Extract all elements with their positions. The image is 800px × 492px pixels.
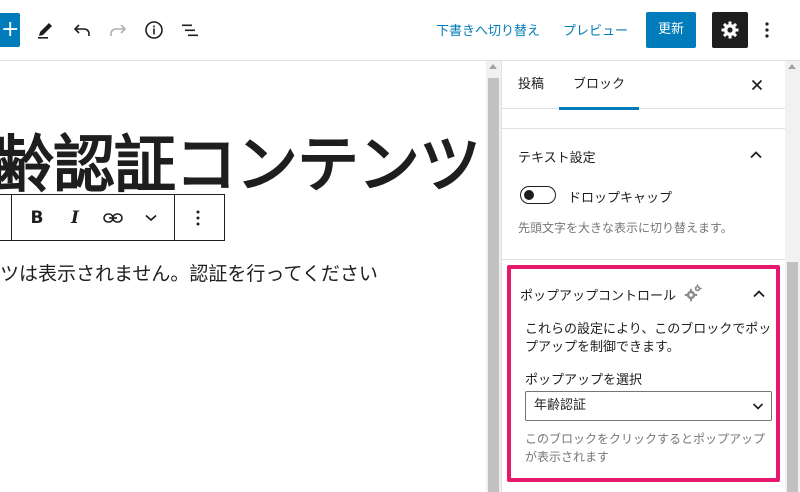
panel-divider [502,128,786,129]
more-vertical-icon [196,210,200,226]
details-button[interactable] [142,18,166,42]
block-toolbar-spacer [0,195,11,240]
toggle-knob [524,189,534,200]
chevron-down-icon [145,214,157,221]
popup-control-title[interactable]: ポップアップコントロール [520,285,676,304]
popup-control-panel: ポップアップコントロール これらの設定により、このブロックでポップアップを制御で… [507,265,780,482]
more-formatting-button[interactable] [132,195,170,241]
panel-divider [502,259,786,260]
pen-icon [38,23,52,39]
gears-icon [684,284,702,302]
gear-icon [721,21,739,39]
undo-button[interactable] [70,18,94,42]
chevron-down-icon [752,403,764,410]
redo-button[interactable] [106,18,130,42]
undo-icon [73,24,90,36]
preview-button[interactable]: プレビュー [563,20,628,39]
update-button[interactable]: 更新 [646,12,696,48]
link-button[interactable] [94,195,132,241]
settings-button[interactable] [712,12,748,48]
block-options-button[interactable] [175,195,221,241]
chevron-up-icon [750,151,762,159]
bold-button[interactable]: B [18,195,56,241]
canvas-scroll-up-arrow[interactable] [489,64,497,69]
paragraph-block[interactable]: ツは表示されません。認証を行ってください [0,259,378,286]
tab-block[interactable]: ブロック [558,61,640,110]
close-sidebar-button[interactable] [747,75,767,95]
more-vertical-icon [765,22,769,38]
list-view-button[interactable] [178,18,202,42]
sidebar-scroll-up-arrow[interactable] [788,64,796,69]
editor-canvas[interactable]: 齢認証コンテンツ B I ツは表示されません。認証を行ってください [0,61,486,492]
text-settings-toggle[interactable] [746,145,766,165]
link-icon [103,212,123,223]
formatting-group: B I [12,195,170,240]
redo-icon [110,24,127,36]
plus-icon: + [1,17,20,42]
italic-button[interactable]: I [56,195,94,241]
sidebar-tabs: 投稿 ブロック [502,61,786,110]
text-settings-title[interactable]: テキスト設定 [518,147,596,166]
settings-sidebar: 投稿 ブロック テキスト設定 ドロップキャップ 先頭文字を大きな表示に切り替えま… [501,61,786,492]
popup-help-text: このブロックをクリックするとポップアップが表示されます [525,432,766,464]
popup-select-value: 年齢認証 [534,398,587,413]
tab-post[interactable]: 投稿 [518,61,544,109]
drop-cap-toggle[interactable] [520,186,556,204]
add-block-button[interactable]: + [0,13,20,47]
sidebar-scrollbar-thumb[interactable] [787,262,798,492]
popup-control-description: これらの設定により、このブロックでポップアップを制御できます。 [525,322,772,355]
drop-cap-label: ドロップキャップ [568,191,673,206]
options-button[interactable] [758,18,776,42]
switch-to-draft-button[interactable]: 下書きへ切り替え [436,20,540,39]
canvas-scrollbar-thumb[interactable] [488,78,499,492]
info-icon [145,21,163,39]
editor-top-toolbar: + 下書きへ切り替え プレビュー 更新 [0,0,800,61]
chevron-up-icon [753,290,765,298]
drop-cap-help: 先頭文字を大きな表示に切り替えます。 [518,221,733,235]
popup-settings-gears [683,283,703,303]
popup-select-label: ポップアップを選択 [525,373,643,388]
tools-button[interactable] [33,18,57,42]
popup-select[interactable]: 年齢認証 [525,391,772,421]
list-view-icon [182,24,198,37]
block-toolbar: B I [0,194,225,241]
heading-block[interactable]: 齢認証コンテンツ [0,129,481,201]
close-icon [751,79,763,91]
popup-control-toggle[interactable] [749,284,769,304]
